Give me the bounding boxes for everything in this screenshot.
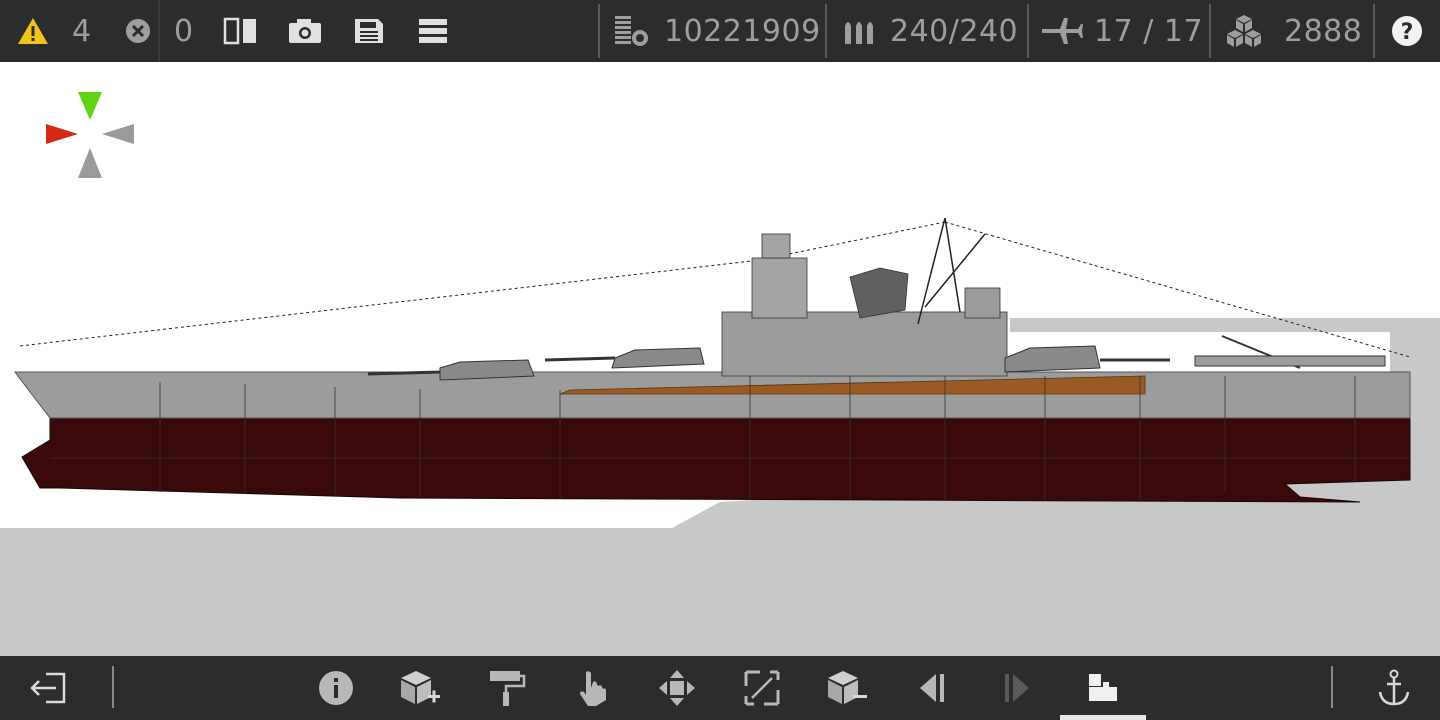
save-icon	[355, 19, 383, 43]
parts-icon	[1227, 15, 1261, 47]
errors-button[interactable]: 0	[124, 0, 194, 62]
aft-crane	[1194, 335, 1386, 369]
error-icon	[126, 19, 150, 43]
select-icon	[580, 671, 606, 706]
divider	[825, 4, 827, 58]
ship-scene[interactable]	[0, 62, 1440, 656]
info-icon	[319, 671, 353, 705]
active-tool-indicator	[1060, 715, 1146, 720]
aft-turret	[1004, 345, 1170, 373]
aircraft-icon	[1042, 18, 1083, 44]
aircraft-stat: 17 / 17	[1040, 0, 1203, 62]
paint-icon	[490, 671, 526, 706]
top-toolbar: 4 0 10221909 240/240 17 / 17 2888 ?	[0, 0, 1440, 62]
redo-icon	[1005, 674, 1029, 702]
dock-icon	[1089, 674, 1117, 701]
ammo-icon	[845, 22, 873, 44]
ammo-value: 240/240	[890, 13, 1019, 49]
divider	[1331, 666, 1333, 708]
axis-y-arrow[interactable]	[78, 92, 102, 120]
remove-block-icon	[828, 671, 867, 704]
move-icon	[659, 670, 695, 706]
3d-viewport[interactable]	[0, 62, 1440, 656]
axis-x-arrow[interactable]	[46, 124, 78, 144]
warning-icon	[18, 18, 48, 44]
redo-button[interactable]	[985, 656, 1049, 720]
divider	[1373, 4, 1375, 58]
remove-block-button[interactable]	[815, 656, 879, 720]
add-block-icon	[401, 671, 440, 704]
upper-hull	[14, 371, 1411, 419]
undo-button[interactable]	[900, 656, 964, 720]
add-block-button[interactable]	[388, 656, 452, 720]
axis-gizmo[interactable]	[46, 92, 134, 178]
cost-icon	[615, 16, 648, 46]
divider	[112, 666, 114, 708]
anchor-icon	[1378, 669, 1410, 706]
exit-icon	[30, 672, 66, 704]
camera-button[interactable]	[286, 0, 324, 62]
dock-button[interactable]	[1071, 656, 1135, 720]
mirror-button[interactable]	[222, 0, 260, 62]
anchor-button[interactable]	[1362, 656, 1426, 720]
divider	[1027, 4, 1029, 58]
forward-turret-2	[544, 347, 705, 369]
select-button[interactable]	[560, 656, 624, 720]
parts-stat: 2888	[1224, 0, 1362, 62]
resize-button[interactable]	[730, 656, 794, 720]
rigging-line	[19, 221, 1411, 358]
parts-value: 2888	[1284, 13, 1363, 49]
superstructure	[721, 217, 1008, 377]
divider	[1209, 4, 1211, 58]
camera-icon	[289, 19, 321, 43]
lower-hull	[21, 411, 1411, 503]
warnings-button[interactable]: 4	[16, 0, 92, 62]
menu-icon	[419, 19, 447, 43]
cost-stat: 10221909	[612, 0, 821, 62]
error-count: 0	[174, 13, 194, 49]
info-button[interactable]	[304, 656, 368, 720]
help-icon: ?	[1392, 16, 1422, 46]
bottom-toolbar	[0, 656, 1440, 720]
divider	[598, 4, 600, 58]
ammo-stat: 240/240	[842, 0, 1018, 62]
resize-icon	[744, 670, 780, 706]
mirror-icon	[223, 17, 256, 45]
aircraft-value: 17 / 17	[1094, 13, 1204, 49]
exit-button[interactable]	[16, 656, 80, 720]
cost-value: 10221909	[664, 13, 821, 49]
axis-neg-y-arrow[interactable]	[78, 148, 102, 178]
svg-text:?: ?	[1401, 20, 1414, 45]
undo-icon	[920, 674, 944, 702]
menu-button[interactable]	[416, 0, 450, 62]
help-button[interactable]: ?	[1390, 0, 1424, 62]
save-button[interactable]	[352, 0, 386, 62]
paint-button[interactable]	[474, 656, 538, 720]
axis-neg-x-arrow[interactable]	[102, 124, 134, 144]
move-button[interactable]	[645, 656, 709, 720]
warning-count: 4	[72, 13, 92, 49]
